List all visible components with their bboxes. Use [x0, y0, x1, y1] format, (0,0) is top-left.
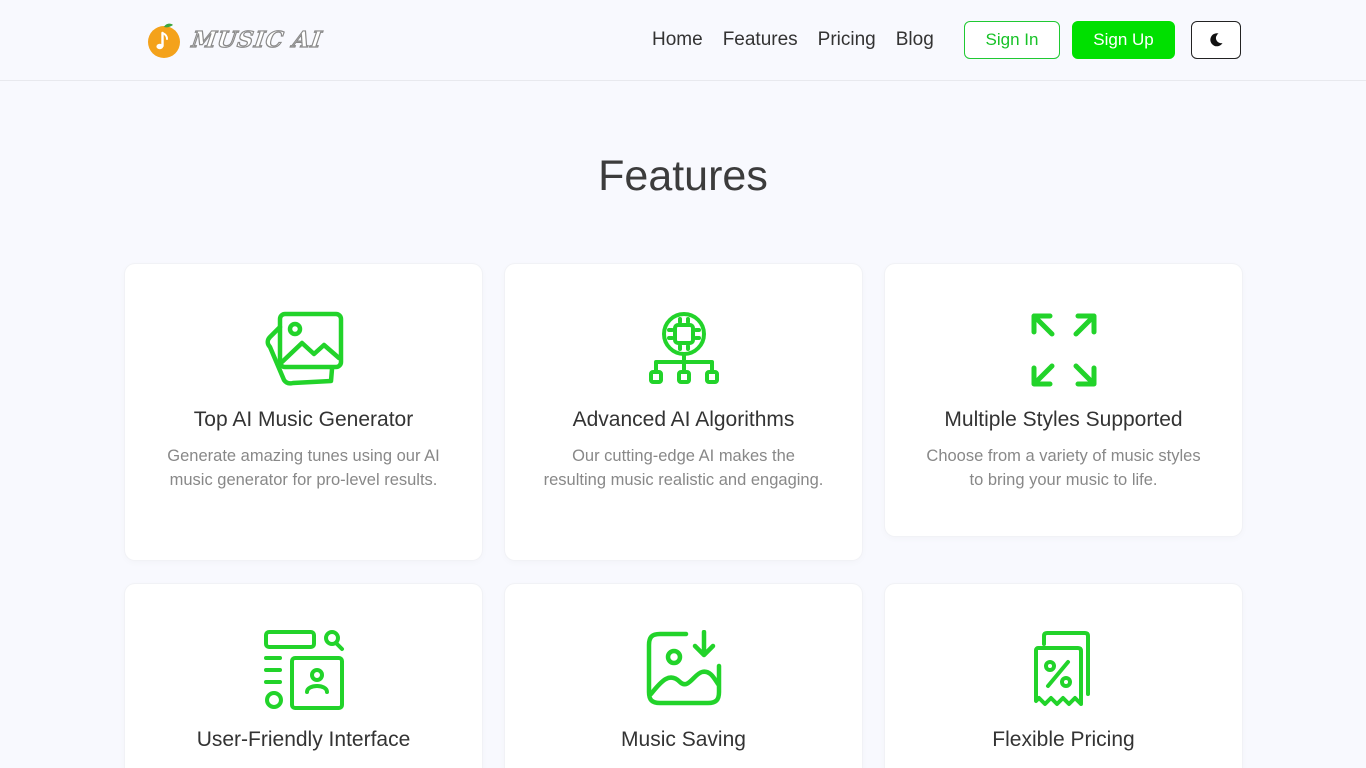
nav-home-link[interactable]: Home — [652, 26, 703, 54]
section-title: Features — [598, 152, 768, 200]
main-nav: Home Features Pricing Blog — [652, 26, 954, 54]
feature-description: Generate amazing tunes using our AI musi… — [167, 447, 440, 489]
sign-up-button[interactable]: Sign Up — [1072, 21, 1175, 59]
theme-toggle-button[interactable] — [1191, 21, 1241, 59]
sign-in-button[interactable]: Sign In — [964, 21, 1060, 59]
image-stack-icon — [265, 311, 343, 386]
brand-name: MUSIC AI — [190, 26, 325, 53]
expand-arrows-icon — [1031, 313, 1096, 387]
brand-logo[interactable]: MUSIC AI — [146, 20, 325, 60]
feature-card: User-Friendly Interface — [125, 584, 482, 768]
chip-network-icon — [648, 312, 719, 384]
feature-description: Our cutting-edge AI makes the resulting … — [543, 447, 824, 489]
feature-title: Advanced AI Algorithms — [572, 408, 795, 431]
feature-card: Flexible Pricing — [885, 584, 1242, 768]
site-header: MUSIC AI Home Features Pricing Blog Sign… — [0, 0, 1366, 81]
image-download-icon — [646, 630, 721, 706]
moon-icon — [1210, 33, 1223, 47]
layout-search-icon — [263, 630, 344, 710]
feature-description: Choose from a variety of music styles to… — [926, 447, 1201, 489]
nav-blog-link[interactable]: Blog — [896, 26, 934, 54]
feature-card: Multiple Styles Supported Choose from a … — [885, 264, 1242, 536]
feature-card: Top AI Music Generator Generate amazing … — [125, 264, 482, 560]
feature-title: User-Friendly Interface — [196, 728, 411, 751]
feature-title: Music Saving — [621, 728, 746, 751]
feature-title: Multiple Styles Supported — [944, 408, 1183, 431]
orange-note-icon — [148, 23, 180, 58]
receipt-percent-icon — [1033, 631, 1090, 706]
nav-features-link[interactable]: Features — [723, 26, 798, 54]
feature-title: Flexible Pricing — [992, 728, 1135, 751]
feature-title: Top AI Music Generator — [193, 408, 414, 431]
feature-card: Advanced AI Algorithms Our cutting-edge … — [505, 264, 862, 560]
feature-card: Music Saving — [505, 584, 862, 768]
nav-pricing-link[interactable]: Pricing — [818, 26, 876, 54]
